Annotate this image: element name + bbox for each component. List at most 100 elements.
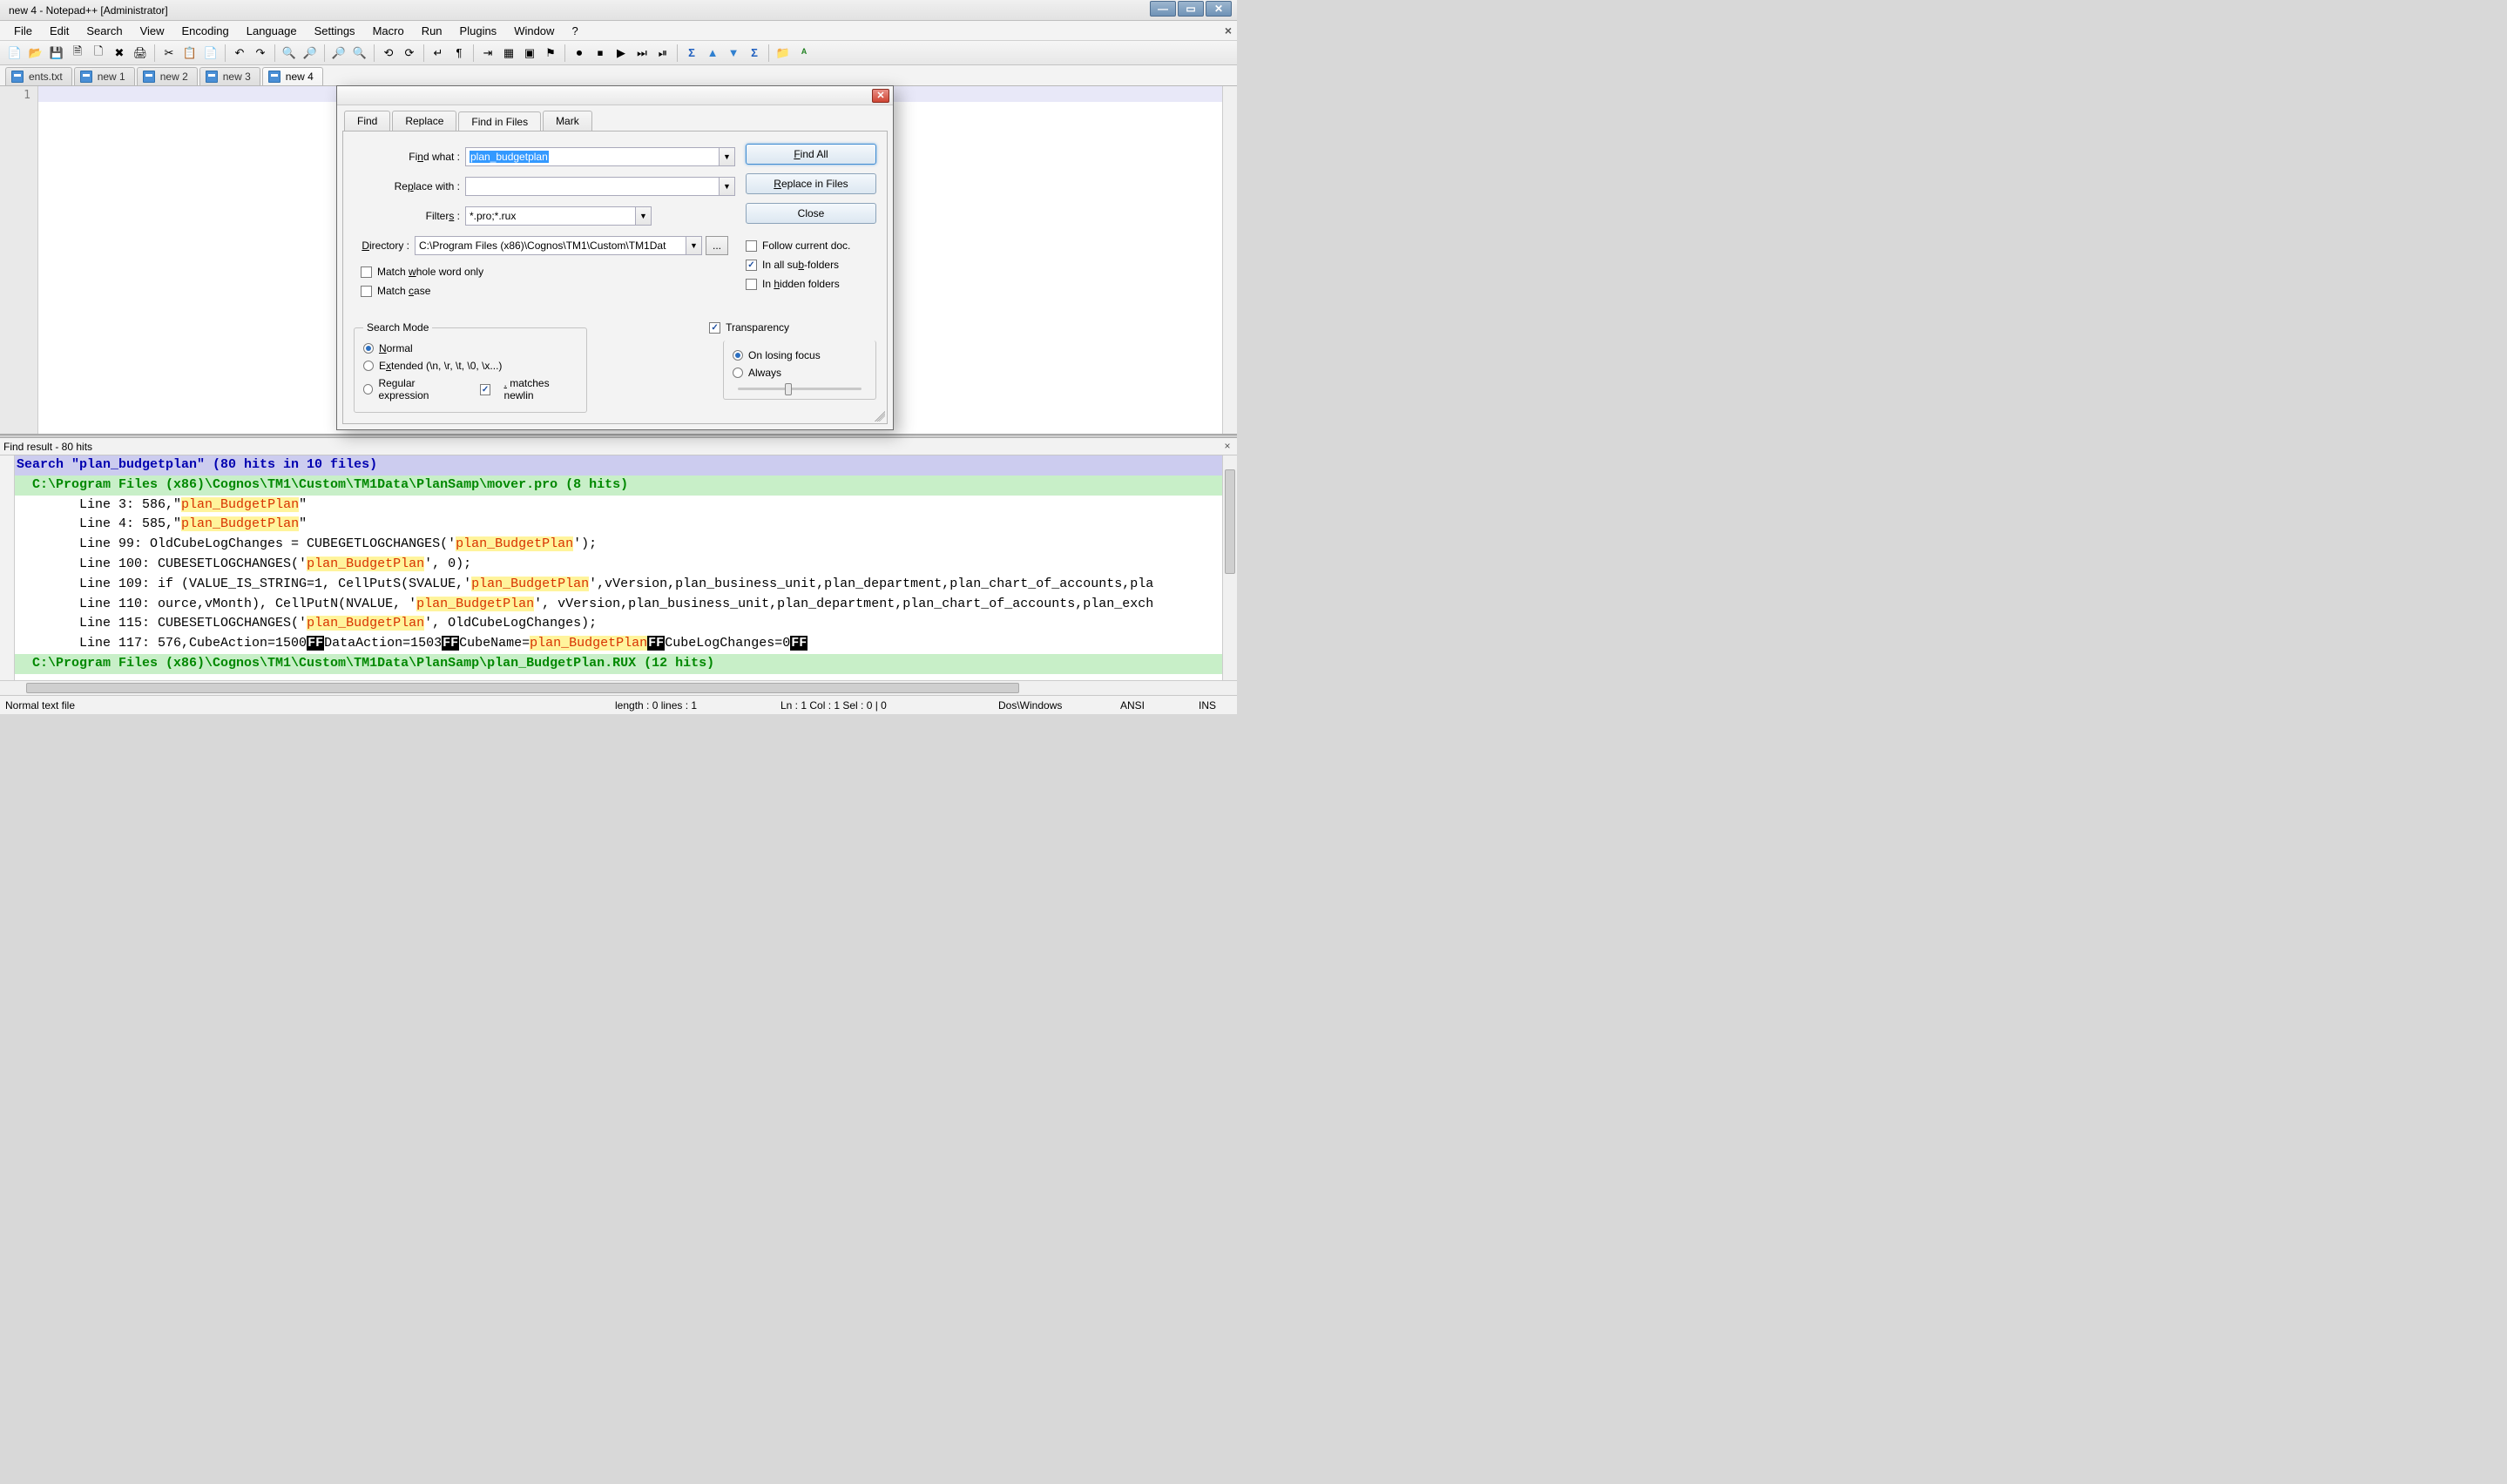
file-tab-active[interactable]: new 4 xyxy=(262,67,323,85)
dropdown-icon[interactable]: ▼ xyxy=(720,177,735,196)
tb-sync2-icon[interactable]: ⟳ xyxy=(400,44,419,63)
menu-view[interactable]: View xyxy=(132,23,173,39)
tb-sum2-icon[interactable]: Σ xyxy=(745,44,764,63)
find-result-line[interactable]: Line 4: 585,"plan_BudgetPlan" xyxy=(15,515,1222,535)
tb-wrap-icon[interactable]: ↵ xyxy=(429,44,448,63)
find-result-vscrollbar[interactable] xyxy=(1222,455,1237,680)
find-result-line[interactable]: Line 110: ource,vMonth), CellPutN(NVALUE… xyxy=(15,595,1222,615)
dropdown-icon[interactable]: ▼ xyxy=(686,236,702,255)
always-radio[interactable]: Always xyxy=(733,367,867,379)
tb-replace-icon[interactable]: 🔎 xyxy=(301,44,320,63)
follow-current-checkbox[interactable]: Follow current doc. xyxy=(746,239,876,252)
find-result-content[interactable]: Search "plan_budgetplan" (80 hits in 10 … xyxy=(15,455,1222,680)
find-result-line[interactable]: Line 100: CUBESETLOGCHANGES('plan_Budget… xyxy=(15,555,1222,575)
menu-settings[interactable]: Settings xyxy=(306,23,364,39)
tb-undo-icon[interactable]: ↶ xyxy=(230,44,249,63)
tb-folder-icon[interactable]: 📁 xyxy=(774,44,793,63)
menu-help[interactable]: ? xyxy=(563,23,586,39)
tb-zoomin-icon[interactable]: 🔎 xyxy=(329,44,348,63)
tb-paste-icon[interactable]: 📄 xyxy=(201,44,220,63)
replace-with-input[interactable] xyxy=(465,177,720,196)
find-all-button[interactable]: Find All xyxy=(746,144,876,165)
find-what-input[interactable]: plan_budgetplan xyxy=(465,147,720,166)
resize-grip[interactable] xyxy=(875,411,885,422)
find-result-line[interactable]: Line 109: if (VALUE_IS_STRING=1, CellPut… xyxy=(15,575,1222,595)
menu-file[interactable]: File xyxy=(5,23,41,39)
dialog-titlebar[interactable]: ✕ xyxy=(337,86,893,105)
tb-up-icon[interactable]: ▲ xyxy=(703,44,722,63)
find-result-file-header[interactable]: C:\Program Files (x86)\Cognos\TM1\Custom… xyxy=(15,476,1222,496)
filters-input[interactable]: *.pro;*.rux xyxy=(465,206,636,226)
tb-sum-icon[interactable]: Σ xyxy=(682,44,701,63)
tb-close-icon[interactable]: 🗋 xyxy=(89,44,108,63)
tb-copy-icon[interactable]: 📋 xyxy=(180,44,199,63)
close-button[interactable]: Close xyxy=(746,203,876,224)
find-result-line[interactable]: Line 115: CUBESETLOGCHANGES('plan_Budget… xyxy=(15,614,1222,634)
extended-radio[interactable]: Extended (\n, \r, \t, \0, \x...) xyxy=(363,360,578,372)
scrollbar-thumb[interactable] xyxy=(1225,469,1235,574)
menu-edit[interactable]: Edit xyxy=(41,23,78,39)
normal-radio[interactable]: Normal xyxy=(363,342,578,354)
tb-stop-icon[interactable]: ⏹ xyxy=(591,44,610,63)
tb-spellcheck-icon[interactable]: ᴬ xyxy=(794,44,814,63)
dialog-tab-findinfiles[interactable]: Find in Files xyxy=(458,111,541,132)
checkbox-icon[interactable]: ✓ xyxy=(480,384,490,395)
file-tab[interactable]: ents.txt xyxy=(5,67,72,85)
menu-macro[interactable]: Macro xyxy=(364,23,413,39)
tb-play-icon[interactable]: ▶ xyxy=(612,44,631,63)
slider-thumb[interactable] xyxy=(785,383,792,395)
tb-open-icon[interactable]: 📂 xyxy=(26,44,45,63)
tb-closeall-icon[interactable]: ✖ xyxy=(110,44,129,63)
tb-sync-icon[interactable]: ⟲ xyxy=(379,44,398,63)
find-result-line[interactable]: Line 117: 576,CubeAction=1500FFDataActio… xyxy=(15,634,1222,654)
menu-search[interactable]: Search xyxy=(78,23,131,39)
find-result-line[interactable]: Line 3: 586,"plan_BudgetPlan" xyxy=(15,496,1222,516)
file-tab[interactable]: new 3 xyxy=(199,67,260,85)
close-tab-icon[interactable]: × xyxy=(1225,24,1232,37)
tb-allchars-icon[interactable]: ¶ xyxy=(449,44,469,63)
menu-language[interactable]: Language xyxy=(238,23,306,39)
menu-encoding[interactable]: Encoding xyxy=(173,23,238,39)
dropdown-icon[interactable]: ▼ xyxy=(720,147,735,166)
in-subfolders-checkbox[interactable]: ✓In all sub-folders xyxy=(746,259,876,271)
minimize-button[interactable]: — xyxy=(1150,1,1176,17)
menu-plugins[interactable]: Plugins xyxy=(451,23,506,39)
dialog-close-button[interactable]: ✕ xyxy=(872,89,889,103)
scrollbar-thumb[interactable] xyxy=(26,683,1019,693)
file-tab[interactable]: new 2 xyxy=(137,67,198,85)
tb-redo-icon[interactable]: ↷ xyxy=(251,44,270,63)
tb-record-icon[interactable]: ⏺ xyxy=(570,44,589,63)
maximize-button[interactable]: ▭ xyxy=(1178,1,1204,17)
transparency-slider[interactable] xyxy=(738,388,862,390)
menu-window[interactable]: Window xyxy=(505,23,563,39)
tb-find-icon[interactable]: 🔍 xyxy=(280,44,299,63)
find-result-fold-column[interactable] xyxy=(0,455,15,680)
tb-print-icon[interactable]: 🖨 xyxy=(131,44,150,63)
tb-new-icon[interactable]: 📄 xyxy=(5,44,24,63)
tb-save-icon[interactable]: 💾 xyxy=(47,44,66,63)
browse-directory-button[interactable]: ... xyxy=(706,236,728,255)
close-button[interactable]: ✕ xyxy=(1206,1,1232,17)
tb-userlang-icon[interactable]: ▦ xyxy=(499,44,518,63)
tb-saveall-icon[interactable]: 🗎 xyxy=(68,44,87,63)
regex-radio[interactable]: Regular expression ✓ . matches newlin xyxy=(363,377,578,401)
tb-savemacro-icon[interactable]: ⏯ xyxy=(653,44,672,63)
tb-down-icon[interactable]: ▼ xyxy=(724,44,743,63)
tb-zoomout-icon[interactable]: 🔍 xyxy=(350,44,369,63)
dialog-tab-replace[interactable]: Replace xyxy=(392,111,456,131)
find-result-search-summary[interactable]: Search "plan_budgetplan" (80 hits in 10 … xyxy=(15,455,1222,476)
editor-vscrollbar[interactable] xyxy=(1222,86,1237,434)
menu-run[interactable]: Run xyxy=(413,23,451,39)
dropdown-icon[interactable]: ▼ xyxy=(636,206,652,226)
on-losing-focus-radio[interactable]: On losing focus xyxy=(733,349,867,361)
tb-playmulti-icon[interactable]: ⏭ xyxy=(632,44,652,63)
tb-cut-icon[interactable]: ✂ xyxy=(159,44,179,63)
directory-input[interactable]: C:\Program Files (x86)\Cognos\TM1\Custom… xyxy=(415,236,686,255)
tb-docmap-icon[interactable]: ▣ xyxy=(520,44,539,63)
replace-in-files-button[interactable]: Replace in Files xyxy=(746,173,876,194)
dialog-tab-find[interactable]: Find xyxy=(344,111,390,131)
find-result-line[interactable]: Line 99: OldCubeLogChanges = CUBEGETLOGC… xyxy=(15,535,1222,555)
in-hidden-checkbox[interactable]: In hidden folders xyxy=(746,278,876,290)
file-tab[interactable]: new 1 xyxy=(74,67,135,85)
dialog-tab-mark[interactable]: Mark xyxy=(543,111,592,131)
